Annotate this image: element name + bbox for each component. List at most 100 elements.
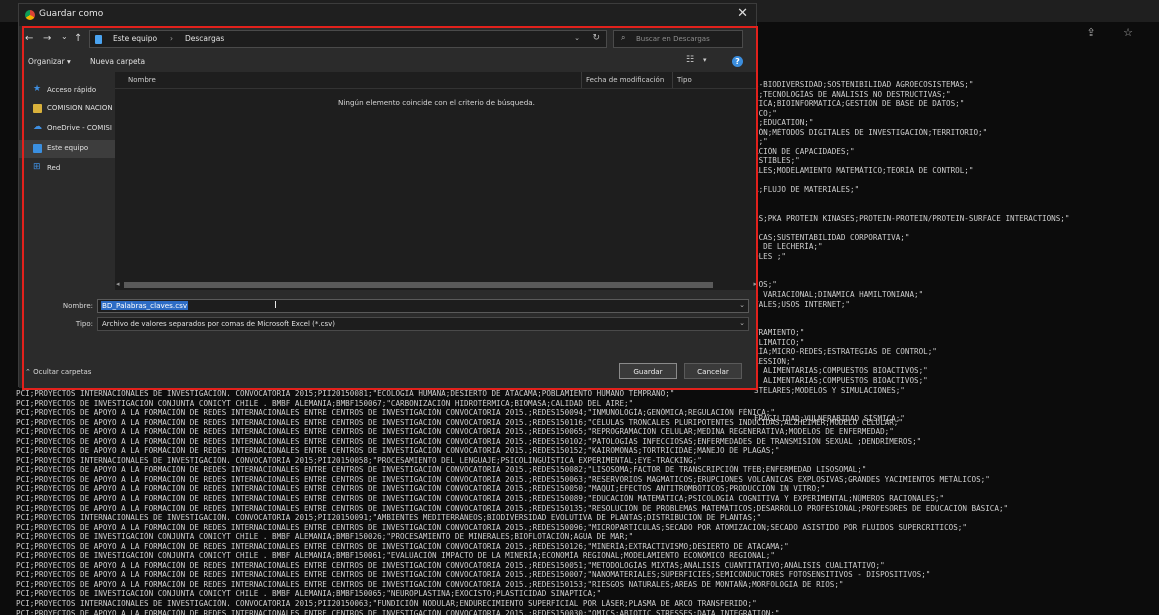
file-list[interactable]: Nombre Fecha de modificación Tipo Ningún…	[115, 72, 758, 290]
terminal-line: COS;"	[754, 280, 777, 290]
terminal-line: PCI;PROYECTOS DE APOYO A LA FORMACIÓN DE…	[16, 408, 775, 418]
terminal-line: S;EDUCATION;"	[754, 118, 814, 128]
terminal-line: PCI;PROYECTOS DE INVESTIGACIÓN CONJUNTA …	[16, 532, 634, 542]
cancel-button[interactable]: Cancelar	[684, 363, 742, 379]
horizontal-scrollbar[interactable]: ◂ ▸	[115, 280, 758, 290]
terminal-line: PCI;PROYECTOS DE APOYO A LA FORMACIÓN DE…	[16, 484, 826, 494]
scroll-right-icon[interactable]: ▸	[753, 280, 757, 288]
sidebar-item-label: OneDrive - COMISI	[47, 124, 112, 132]
back-arrow-icon[interactable]: ←	[25, 33, 33, 44]
hide-folders-toggle[interactable]: ⌃ Ocultar carpetas	[25, 368, 91, 376]
terminal-line: RÍA;MICRO-REDES;ESTRATEGIAS DE CONTROL;"	[754, 347, 937, 357]
organize-button[interactable]: Organizar ▾	[28, 57, 71, 66]
sidebar-item-red[interactable]: ⊞ Red	[19, 160, 115, 178]
column-header-fecha[interactable]: Fecha de modificación	[586, 76, 664, 84]
terminal-line: PCI;PROYECTOS DE APOYO A LA FORMACIÓN DE…	[16, 560, 885, 570]
help-icon[interactable]: ?	[732, 56, 743, 67]
sidebar-item-label: Este equipo	[47, 144, 89, 152]
search-box[interactable]: ⌕	[613, 30, 743, 48]
file-name-input[interactable]: BD_Palabras_claves.csv I ⌄	[97, 299, 749, 313]
address-dropdown-icon[interactable]: ⌄	[574, 34, 580, 42]
file-name-dropdown-icon[interactable]: ⌄	[739, 301, 745, 309]
sidebar-item-onedrive[interactable]: ☁ OneDrive - COMISI	[19, 120, 115, 138]
breadcrumb-separator-icon[interactable]: ›	[170, 34, 173, 43]
terminal-line: D;"	[754, 137, 768, 147]
refresh-icon[interactable]: ↻	[592, 33, 600, 43]
view-dropdown-icon[interactable]: ▾	[703, 56, 707, 64]
terminal-line: CLIMATICO;"	[754, 337, 805, 347]
scroll-left-icon[interactable]: ◂	[116, 280, 120, 288]
file-type-dropdown-icon[interactable]: ⌄	[739, 319, 745, 327]
forward-arrow-icon[interactable]: →	[43, 33, 51, 44]
terminal-line: PCI;PROYECTOS DE APOYO A LA FORMACIÓN DE…	[16, 474, 990, 484]
terminal-line: S VARIACIONAL;DINÁMICA HAMILTONIANA;"	[754, 290, 924, 300]
scrollbar-thumb[interactable]	[124, 282, 713, 288]
sidebar-item-este-equipo[interactable]: Este equipo	[19, 140, 115, 158]
terminal-line: ICO;"	[754, 108, 777, 118]
terminal-toolbar-icons[interactable]: ⇪ ☆	[1086, 26, 1145, 39]
terminal-output-bottom: PCI;PROYECTOS INTERNACIONALES DE INVESTI…	[16, 389, 1156, 615]
terminal-line: PCI;PROYECTOS INTERNACIONALES DE INVESTI…	[16, 389, 675, 398]
search-input[interactable]	[636, 33, 740, 45]
text-cursor-icon: I	[274, 300, 277, 311]
terminal-line: IÓN;MÉTODOS DIGITALES DE INVESTIGACIÓN;T…	[754, 127, 988, 137]
sidebar-item-label: Acceso rápido	[47, 86, 97, 94]
terminal-line: PCI;PROYECTOS DE APOYO A LA FORMACIÓN DE…	[16, 465, 867, 475]
terminal-line: PCI;PROYECTOS DE APOYO A LA FORMACIÓN DE…	[16, 427, 894, 437]
sidebar-item-label: COMISION NACION	[47, 104, 113, 112]
save-button[interactable]: Guardar	[618, 362, 678, 380]
navigation-bar: ← → ⌄ ↑ Este equipo › Descargas ⌄ ↻ ⌕	[19, 26, 756, 52]
network-icon: ⊞	[33, 162, 41, 172]
terminal-line: OLES ;"	[754, 251, 787, 261]
new-folder-button[interactable]: Nueva carpeta	[90, 57, 145, 66]
up-arrow-icon[interactable]: ↑	[74, 33, 82, 44]
terminal-line: A;FLUJO DE MATERIALES;"	[754, 185, 860, 195]
sidebar-item-label: Red	[47, 164, 61, 172]
terminal-line: S ALIMENTARIAS;COMPUESTOS BIOACTIVOS;"	[754, 366, 928, 376]
terminal-line: PCI;PROYECTOS DE APOYO A LA FORMACIÓN DE…	[16, 503, 1009, 513]
file-name-value[interactable]: BD_Palabras_claves.csv	[101, 301, 189, 310]
file-type-value: Archivo de valores separados por comas d…	[102, 320, 335, 328]
terminal-line: PCI;PROYECTOS DE APOYO A LA FORMACIÓN DE…	[16, 436, 922, 446]
terminal-line: PCI;PROYECTOS DE APOYO A LA FORMACIÓN DE…	[16, 608, 780, 615]
sidebar-item-comision-nacion[interactable]: COMISION NACION	[19, 100, 115, 118]
column-divider[interactable]	[672, 72, 673, 88]
terminal-line: S ALIMENTARIAS;COMPUESTOS BIOACTIVOS;"	[754, 375, 928, 385]
terminal-line: PCI;PROYECTOS INTERNACIONALES DE INVESTI…	[16, 455, 702, 465]
navigation-pane: ★ Acceso rápido COMISION NACION ☁ OneDri…	[19, 72, 115, 290]
terminal-line: RESSION;"	[754, 356, 796, 366]
terminal-line: PCI;PROYECTOS DE INVESTIGACIÓN CONJUNTA …	[16, 398, 634, 408]
column-header-nombre[interactable]: Nombre	[128, 76, 156, 84]
terminal-line: TALES;USOS INTERNET;"	[754, 299, 851, 309]
address-bar[interactable]: Este equipo › Descargas ⌄ ↻	[89, 30, 607, 48]
column-header-tipo[interactable]: Tipo	[677, 76, 692, 84]
sidebar-item-acceso-rapido[interactable]: ★ Acceso rápido	[19, 82, 115, 100]
terminal-line: E;TECNOLOGÍAS DE ANÁLISIS NO DESTRUCTIVA…	[754, 89, 951, 99]
file-type-select[interactable]: Archivo de valores separados por comas d…	[97, 317, 749, 331]
terminal-line: PCI;PROYECTOS DE APOYO A LA FORMACIÓN DE…	[16, 522, 967, 532]
recent-locations-chevron-icon[interactable]: ⌄	[61, 32, 68, 41]
save-form: Nombre: BD_Palabras_claves.csv I ⌄ Tipo:…	[19, 290, 756, 388]
name-label: Nombre:	[62, 302, 93, 310]
terminal-line: PCI;PROYECTOS DE APOYO A LA FORMACIÓN DE…	[16, 579, 844, 589]
breadcrumb-descargas[interactable]: Descargas	[185, 34, 224, 43]
computer-icon	[33, 144, 42, 153]
terminal-line: PCI;PROYECTOS DE APOYO A LA FORMACIÓN DE…	[16, 494, 945, 504]
empty-results-message: Ningún elemento coincide con el criterio…	[338, 98, 535, 107]
view-options-icon[interactable]: ☷	[686, 55, 694, 65]
save-as-dialog: Guardar como ✕ ← → ⌄ ↑ Este equipo › Des…	[18, 3, 758, 388]
breadcrumb-este-equipo[interactable]: Este equipo	[113, 34, 157, 43]
terminal-line: S DE LECHERÍA;"	[754, 242, 823, 252]
terminal-line: PCI;PROYECTOS DE APOYO A LA FORMACIÓN DE…	[16, 417, 903, 427]
terminal-line: ACIÓN DE CAPACIDADES;"	[754, 146, 855, 156]
column-divider[interactable]	[581, 72, 582, 88]
terminal-line: ICAS;SUSTENTABILIDAD CORPORATIVA;"	[754, 232, 910, 242]
column-headers: Nombre Fecha de modificación Tipo	[115, 72, 758, 89]
browser-icon	[25, 10, 35, 20]
close-button[interactable]: ✕	[737, 6, 748, 21]
